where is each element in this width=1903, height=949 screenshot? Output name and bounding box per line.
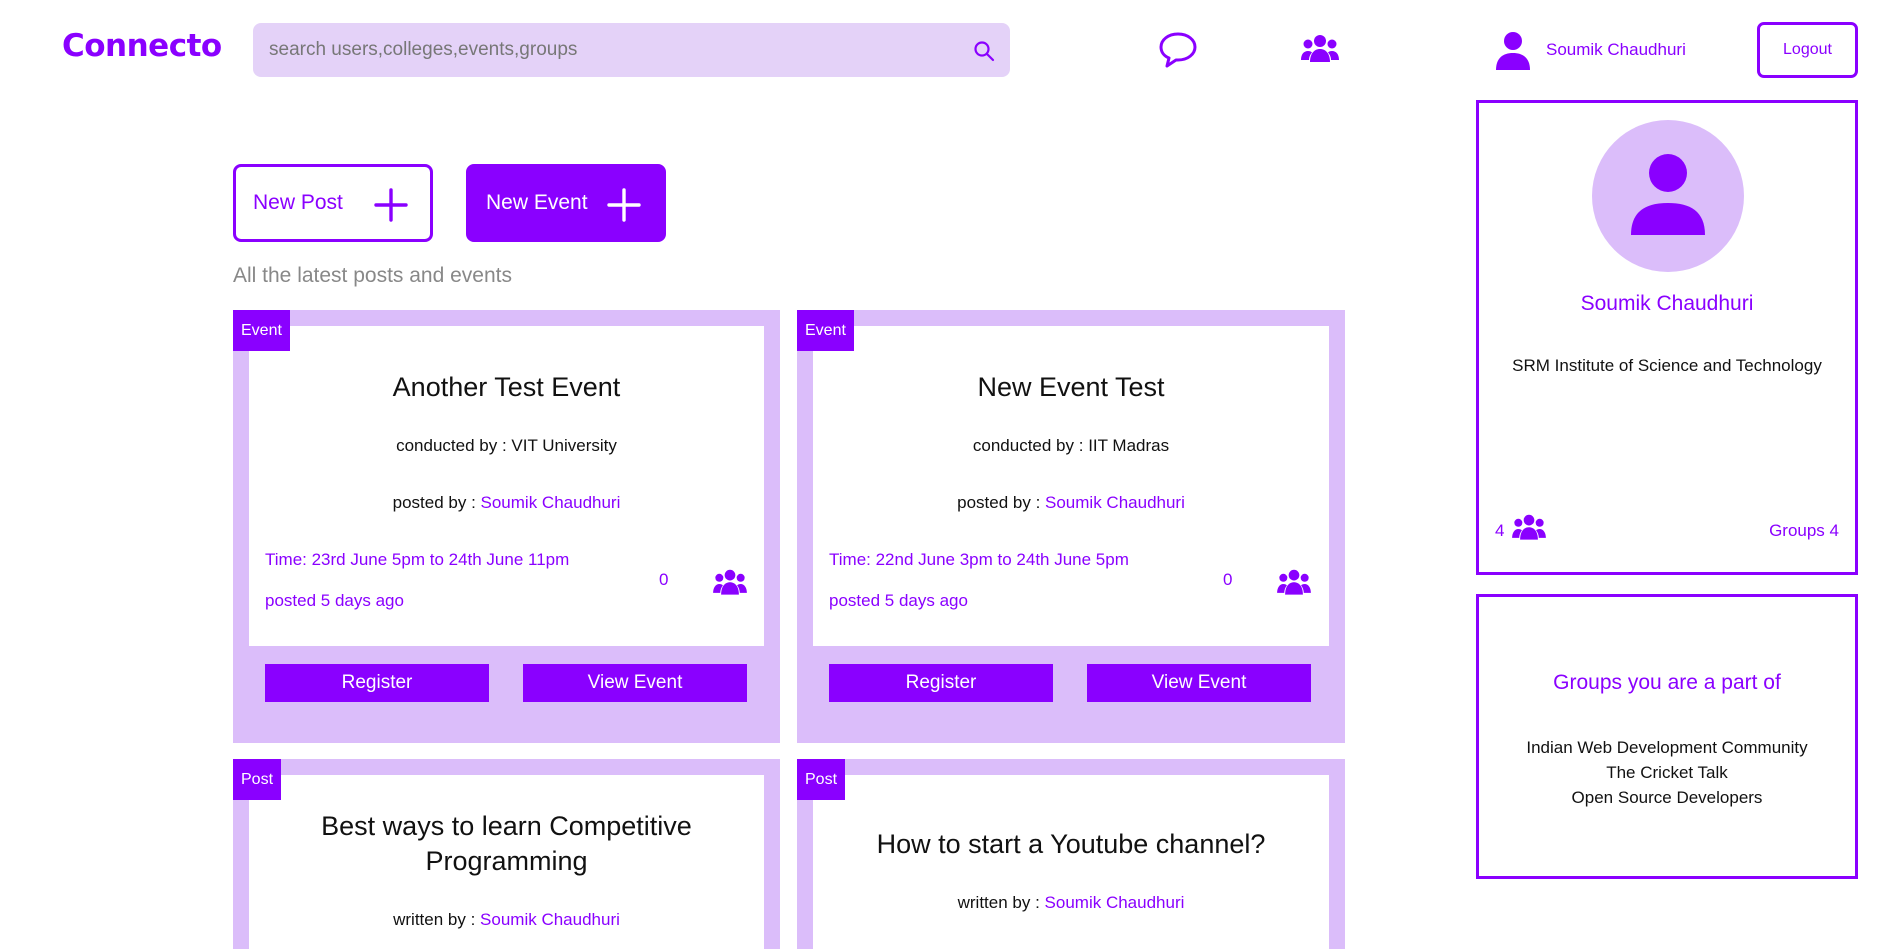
- groups-title: Groups you are a part of: [1553, 671, 1781, 694]
- posted-ago: posted 5 days ago: [829, 591, 968, 610]
- posted-ago: posted 5 days ago: [265, 591, 404, 610]
- event-title[interactable]: New Event Test: [813, 370, 1329, 405]
- view-event-button[interactable]: View Event: [1087, 664, 1311, 702]
- app-logo[interactable]: Connecto: [62, 28, 222, 64]
- profile-college: SRM Institute of Science and Technology: [1512, 356, 1822, 375]
- post-card: Best ways to learn Competitive Programmi…: [233, 759, 780, 949]
- attendee-count: 0: [1223, 570, 1233, 589]
- attendees-icon[interactable]: [712, 568, 748, 600]
- event-time: Time: 22nd June 3pm to 24th June 5pm: [829, 550, 1129, 569]
- profile-card: Soumik Chaudhuri SRM Institute of Scienc…: [1476, 100, 1858, 575]
- plus-icon: [374, 188, 408, 222]
- post-card-body: How to start a Youtube channel? written …: [813, 775, 1329, 949]
- attendee-count: 0: [659, 570, 669, 589]
- feed-subtitle: All the latest posts and events: [233, 264, 512, 287]
- plus-icon: [607, 188, 641, 222]
- search-icon[interactable]: [972, 39, 996, 63]
- group-item[interactable]: Open Source Developers: [1479, 785, 1855, 810]
- conducted-by-value: VIT University: [511, 436, 617, 455]
- register-button[interactable]: Register: [829, 664, 1053, 702]
- author-link[interactable]: Soumik Chaudhuri: [1045, 893, 1185, 912]
- friends-count: 4: [1495, 521, 1505, 540]
- groups-icon[interactable]: [1300, 30, 1340, 70]
- attendees-icon[interactable]: [1276, 568, 1312, 600]
- author-link[interactable]: Soumik Chaudhuri: [481, 493, 621, 512]
- author-link[interactable]: Soumik Chaudhuri: [1045, 493, 1185, 512]
- posted-by: posted by : Soumik Chaudhuri: [957, 493, 1185, 512]
- item-type-badge: Post: [233, 759, 282, 800]
- groups-card: Groups you are a part of Indian Web Deve…: [1476, 594, 1858, 879]
- new-post-button[interactable]: New Post: [233, 164, 433, 242]
- new-event-button[interactable]: New Event: [466, 164, 666, 242]
- author-link[interactable]: Soumik Chaudhuri: [480, 910, 620, 929]
- posted-by: posted by : Soumik Chaudhuri: [392, 493, 621, 512]
- post-card-body: Best ways to learn Competitive Programmi…: [249, 775, 764, 949]
- post-title-line[interactable]: Programming: [249, 844, 764, 879]
- event-title[interactable]: Another Test Event: [249, 370, 764, 405]
- logout-button[interactable]: Logout: [1757, 22, 1858, 78]
- search-bar: [253, 23, 1010, 77]
- event-card-body: New Event Test conducted by : IIT Madras…: [813, 326, 1329, 646]
- user-menu[interactable]: Soumik Chaudhuri: [1494, 28, 1686, 72]
- profile-name[interactable]: Soumik Chaudhuri: [1479, 292, 1855, 316]
- written-by: written by : Soumik Chaudhuri: [393, 910, 620, 929]
- post-title-line[interactable]: Best ways to learn Competitive: [249, 809, 764, 844]
- conducted-by: conducted by : IIT Madras: [972, 436, 1170, 455]
- profile-avatar[interactable]: [1592, 120, 1744, 272]
- groups-list: Indian Web Development Community The Cri…: [1479, 735, 1855, 810]
- item-type-badge: Post: [797, 759, 846, 800]
- user-avatar-icon: [1496, 32, 1530, 70]
- post-title[interactable]: How to start a Youtube channel?: [813, 827, 1329, 862]
- group-item[interactable]: The Cricket Talk: [1479, 760, 1855, 785]
- group-item[interactable]: Indian Web Development Community: [1479, 735, 1855, 760]
- post-card: How to start a Youtube channel? written …: [797, 759, 1345, 949]
- friends-icon[interactable]: [1511, 513, 1547, 545]
- register-button[interactable]: Register: [265, 664, 489, 702]
- event-time: Time: 23rd June 5pm to 24th June 11pm: [265, 550, 570, 569]
- conducted-by: conducted by : VIT University: [396, 436, 617, 455]
- groups-count-link[interactable]: Groups 4: [1769, 521, 1839, 541]
- header-user-name[interactable]: Soumik Chaudhuri: [1546, 40, 1686, 60]
- conducted-by-value: IIT Madras: [1088, 436, 1170, 455]
- written-by: written by : Soumik Chaudhuri: [957, 893, 1185, 912]
- event-card: Another Test Event conducted by : VIT Un…: [233, 310, 780, 743]
- event-card-body: Another Test Event conducted by : VIT Un…: [249, 326, 764, 646]
- search-input[interactable]: [269, 23, 949, 77]
- item-type-badge: Event: [797, 310, 854, 351]
- user-avatar-icon: [1631, 154, 1705, 235]
- chat-bubble-icon[interactable]: [1158, 30, 1198, 70]
- new-event-label: New Event: [486, 191, 588, 214]
- new-post-label: New Post: [253, 191, 343, 214]
- event-card: New Event Test conducted by : IIT Madras…: [797, 310, 1345, 743]
- view-event-button[interactable]: View Event: [523, 664, 747, 702]
- item-type-badge: Event: [233, 310, 290, 351]
